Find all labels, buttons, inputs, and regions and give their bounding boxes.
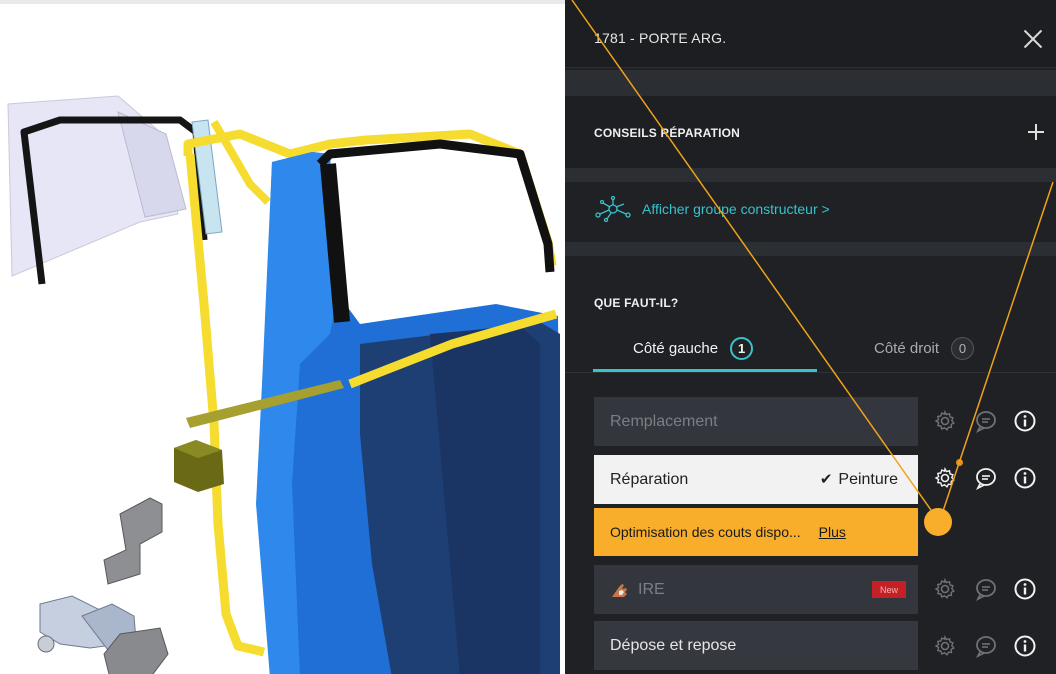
check-icon: ✔ bbox=[819, 471, 833, 488]
3d-viewport[interactable] bbox=[0, 0, 565, 674]
network-icon bbox=[595, 196, 631, 222]
question-title: QUE FAUT-IL? bbox=[594, 296, 679, 310]
tab-cote-gauche[interactable]: Côté gauche 1 bbox=[633, 337, 754, 360]
option-label: Réparation bbox=[610, 470, 689, 488]
peinture-text: Peinture bbox=[838, 471, 898, 488]
comment-icon[interactable] bbox=[974, 577, 998, 601]
door-3d-model[interactable] bbox=[0, 4, 565, 674]
info-icon[interactable] bbox=[1013, 409, 1037, 433]
optimisation-text: Optimisation des couts dispo... bbox=[610, 524, 801, 540]
hand-icon bbox=[612, 583, 627, 597]
group-link-label: Afficher groupe constructeur > bbox=[642, 201, 830, 217]
tab-label: Côté gauche bbox=[633, 340, 719, 357]
comment-icon[interactable] bbox=[974, 634, 998, 658]
optimisation-banner: Optimisation des couts dispo... Plus bbox=[594, 508, 918, 556]
option-label: Remplacement bbox=[610, 412, 718, 430]
separator bbox=[565, 168, 1056, 182]
group-link[interactable]: Afficher groupe constructeur > bbox=[594, 196, 830, 222]
option-ire[interactable]: IRE New bbox=[594, 565, 918, 614]
conseils-title: CONSEILS RÉPARATION bbox=[594, 126, 741, 140]
gear-icon[interactable] bbox=[933, 466, 957, 490]
count-badge: 0 bbox=[951, 337, 975, 360]
option-depose[interactable]: Dépose et repose bbox=[594, 621, 918, 670]
panel-header: 1781 - PORTE ARG. bbox=[565, 0, 1056, 68]
comment-icon[interactable] bbox=[974, 466, 998, 490]
option-label: IRE bbox=[638, 580, 665, 598]
plus-link[interactable]: Plus bbox=[819, 524, 846, 540]
gear-icon[interactable] bbox=[933, 577, 957, 601]
count-badge: 1 bbox=[730, 337, 754, 360]
option-label: Dépose et repose bbox=[610, 636, 737, 654]
repair-panel: 1781 - PORTE ARG. CONSEILS RÉPARATION Af… bbox=[565, 0, 1056, 674]
gear-icon[interactable] bbox=[933, 634, 957, 658]
conseils-section[interactable]: CONSEILS RÉPARATION bbox=[565, 96, 1056, 168]
info-icon[interactable] bbox=[1013, 634, 1037, 658]
tab-divider bbox=[565, 372, 1056, 373]
comment-icon[interactable] bbox=[974, 409, 998, 433]
option-reparation[interactable]: Réparation ✔ Peinture bbox=[594, 455, 918, 504]
close-icon[interactable] bbox=[1022, 28, 1044, 50]
separator bbox=[565, 70, 1056, 96]
part-title: 1781 - PORTE ARG. bbox=[594, 30, 727, 46]
tab-label: Côté droit bbox=[874, 340, 940, 357]
plus-icon[interactable] bbox=[1028, 124, 1044, 140]
notification-dot bbox=[956, 459, 963, 466]
info-icon[interactable] bbox=[1013, 577, 1037, 601]
option-remplacement[interactable]: Remplacement bbox=[594, 397, 918, 446]
gear-icon[interactable] bbox=[933, 409, 957, 433]
new-badge: New bbox=[872, 581, 906, 598]
info-icon[interactable] bbox=[1013, 466, 1037, 490]
separator bbox=[565, 242, 1056, 256]
tab-cote-droit[interactable]: Côté droit 0 bbox=[874, 337, 975, 360]
peinture-label: ✔ Peinture bbox=[820, 470, 898, 489]
